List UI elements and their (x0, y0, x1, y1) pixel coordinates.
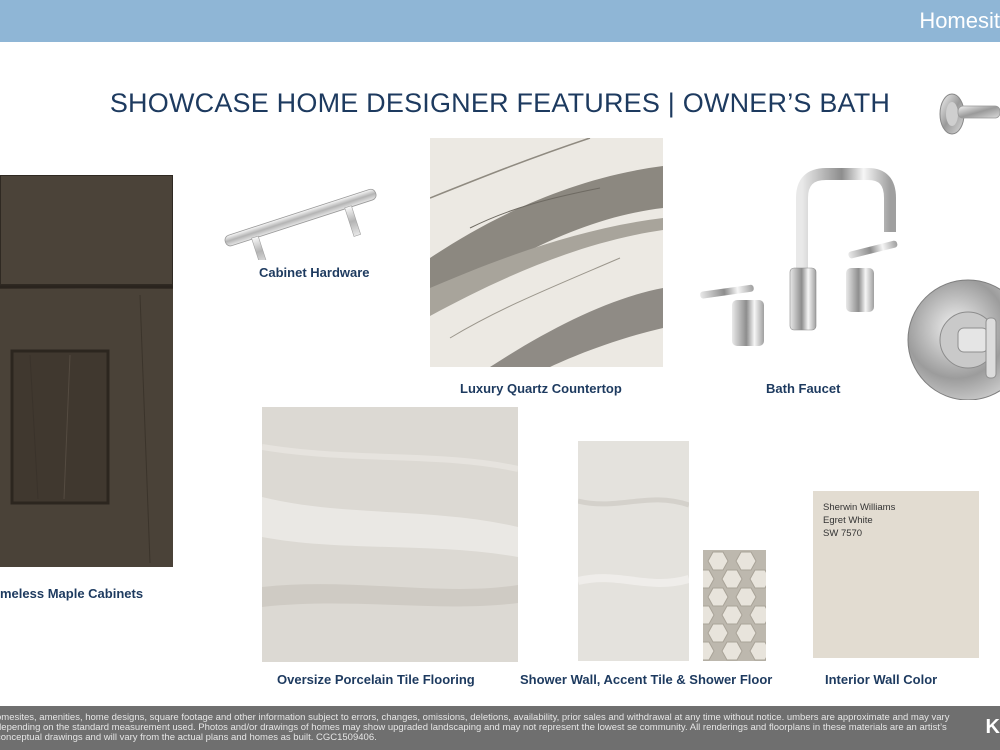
brand-name: Homesit (919, 8, 1000, 33)
label-faucet: Bath Faucet (766, 381, 841, 396)
footer-logo: K (985, 716, 1000, 738)
page-title: SHOWCASE HOME DESIGNER FEATURES | OWNER’… (109, 88, 891, 118)
showerhead-image (939, 93, 1000, 135)
paint-name: Egret White (823, 515, 873, 526)
label-flooring: Oversize Porcelain Tile Flooring (277, 672, 475, 687)
header-bar: Homesit (0, 0, 1000, 42)
footer-bar: omesites, amenities, home designs, squar… (0, 706, 1000, 750)
label-shower: Shower Wall, Accent Tile & Shower Floor (520, 672, 773, 687)
cabinet-pull-image (224, 188, 377, 260)
paint-code: SW 7570 (823, 528, 863, 539)
paint-brand: Sherwin Williams (823, 502, 896, 513)
paint-swatch: Sherwin Williams Egret White SW 7570 (813, 491, 979, 658)
label-countertop: Luxury Quartz Countertop (460, 381, 622, 396)
quartz-countertop-image (430, 138, 663, 367)
bath-faucet-image (700, 168, 898, 346)
porcelain-tile-image (262, 407, 518, 662)
shower-valve-image (907, 279, 1000, 400)
footer-disclaimer: omesites, amenities, home designs, squar… (0, 712, 950, 743)
label-hardware: Cabinet Hardware (259, 265, 370, 280)
label-wall-color: Interior Wall Color (825, 672, 938, 687)
cabinet-door-image (0, 175, 173, 567)
label-cabinets: meless Maple Cabinets (0, 586, 144, 601)
hexagon-accent-tile-image (703, 550, 766, 661)
shower-wall-tile-image (578, 441, 689, 661)
